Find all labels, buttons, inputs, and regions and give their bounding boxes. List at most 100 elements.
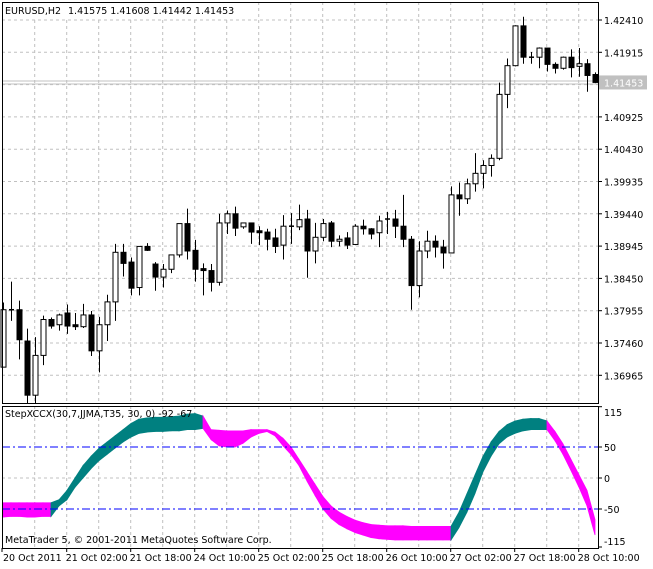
band-segment-down (554, 430, 564, 456)
band-segment-up (106, 435, 116, 456)
candle-bull (496, 93, 503, 159)
time-label: 20 Oct 2011 (3, 553, 62, 564)
candle-bear (456, 194, 463, 200)
band-segment-down (338, 511, 348, 530)
candle-bull (376, 220, 383, 234)
band-segment-up (90, 447, 100, 470)
price-label: 1.39935 (604, 178, 643, 189)
candles (0, 16, 599, 404)
indicator-axis: 115 50 0 -50 -115 (598, 406, 626, 548)
candle-bull (112, 251, 119, 303)
indicator-label: 0 (604, 474, 610, 485)
candle-bull (40, 319, 47, 356)
candle-bear (152, 263, 159, 278)
candle-bull (472, 172, 479, 185)
band-segment-down (586, 490, 596, 536)
candle-bull (504, 65, 511, 95)
band-segment-down (242, 429, 252, 445)
band-segment-down (42, 502, 52, 517)
band-segment-down (226, 430, 236, 448)
candle-bear (192, 249, 199, 270)
candle-bear (592, 73, 599, 83)
candle-bull (80, 314, 87, 328)
candle-bear (48, 319, 55, 327)
candle-bear (328, 222, 335, 242)
candle-bear (232, 213, 239, 229)
band-segment-down (402, 525, 412, 541)
price-label: 1.41915 (604, 48, 643, 59)
band-segment-down (218, 429, 228, 448)
band-segment-down (234, 430, 244, 448)
band-segment-down (266, 429, 276, 437)
band-segment-down (386, 525, 396, 541)
candle-bear (584, 63, 591, 76)
band-segment-up (506, 420, 516, 438)
band-segment-up (82, 455, 92, 480)
candle-bear (88, 314, 95, 352)
bid-price-label: 1.41453 (604, 78, 643, 89)
band-segment-up (98, 441, 108, 462)
band-segment-up (466, 474, 476, 513)
candle-bull (136, 245, 143, 289)
band-segment-down (562, 443, 572, 471)
band-segment-up (138, 417, 148, 434)
candle-bull (480, 165, 487, 174)
candle-bull (240, 222, 247, 228)
candle-bear (440, 246, 447, 254)
band-segment-down (10, 502, 20, 517)
candle-bear (144, 245, 151, 251)
time-label: 24 Oct 10:00 (194, 553, 256, 564)
candle-bull (56, 314, 63, 326)
band-segment-down (434, 525, 444, 541)
candle-bear (64, 312, 71, 327)
band-segment-down (394, 525, 404, 541)
candle-bear (304, 218, 311, 252)
band-segment-down (274, 431, 284, 447)
band-segment-up (74, 464, 84, 489)
band-segment-down (378, 524, 388, 540)
band-segment-down (314, 482, 324, 511)
candle-bull (0, 309, 7, 368)
band-segment-down (202, 414, 212, 441)
band-segment-down (354, 519, 364, 536)
candle-bull (512, 25, 519, 67)
band-segment-down (290, 445, 300, 467)
chart-window[interactable]: 1.42410 1.41915 1.40925 1.40430 1.39935 1.394… (0, 0, 653, 569)
candle-bull (96, 324, 103, 352)
indicator-label: -50 (604, 505, 620, 516)
candle-bull (352, 225, 359, 245)
time-label: 27 Oct 02:00 (450, 553, 512, 564)
candle-bear (200, 268, 207, 272)
candle-bear (128, 261, 135, 289)
band-segment-up (458, 493, 468, 528)
band-segment-down (18, 502, 28, 518)
band-segment-down (410, 525, 420, 541)
band-segment-up (538, 417, 548, 431)
candle-bull (160, 268, 167, 278)
candle-bear (272, 237, 279, 247)
candle-bull (280, 225, 287, 246)
band-segment-up (130, 418, 140, 438)
time-label: 25 Oct 02:00 (258, 553, 320, 564)
candle-bear (552, 63, 559, 69)
time-label: 28 Oct 10:00 (578, 553, 640, 564)
time-label: 27 Oct 18:00 (514, 553, 576, 564)
band-segment-up (498, 423, 508, 445)
price-label: 1.38945 (604, 242, 643, 253)
price-label: 1.40430 (604, 145, 643, 156)
band-segment-down (258, 429, 268, 434)
candle-bull (320, 223, 327, 238)
time-label: 21 Oct 02:00 (66, 553, 128, 564)
price-label: 1.42410 (604, 16, 643, 27)
candle-bear (264, 231, 271, 240)
indicator-label: -115 (604, 537, 626, 548)
copyright-text: MetaTrader 5, © 2001-2011 MetaQuotes Sof… (5, 535, 272, 546)
band-segment-up (530, 418, 540, 431)
candle-bull (488, 157, 495, 167)
band-segment-down (570, 459, 580, 488)
band-segment-down (322, 495, 332, 520)
symbol-title: EURUSD,H2 (5, 6, 61, 17)
time-label: 21 Oct 18:00 (130, 553, 192, 564)
band-segment-up (114, 428, 124, 450)
time-label: 25 Oct 18:00 (322, 553, 384, 564)
